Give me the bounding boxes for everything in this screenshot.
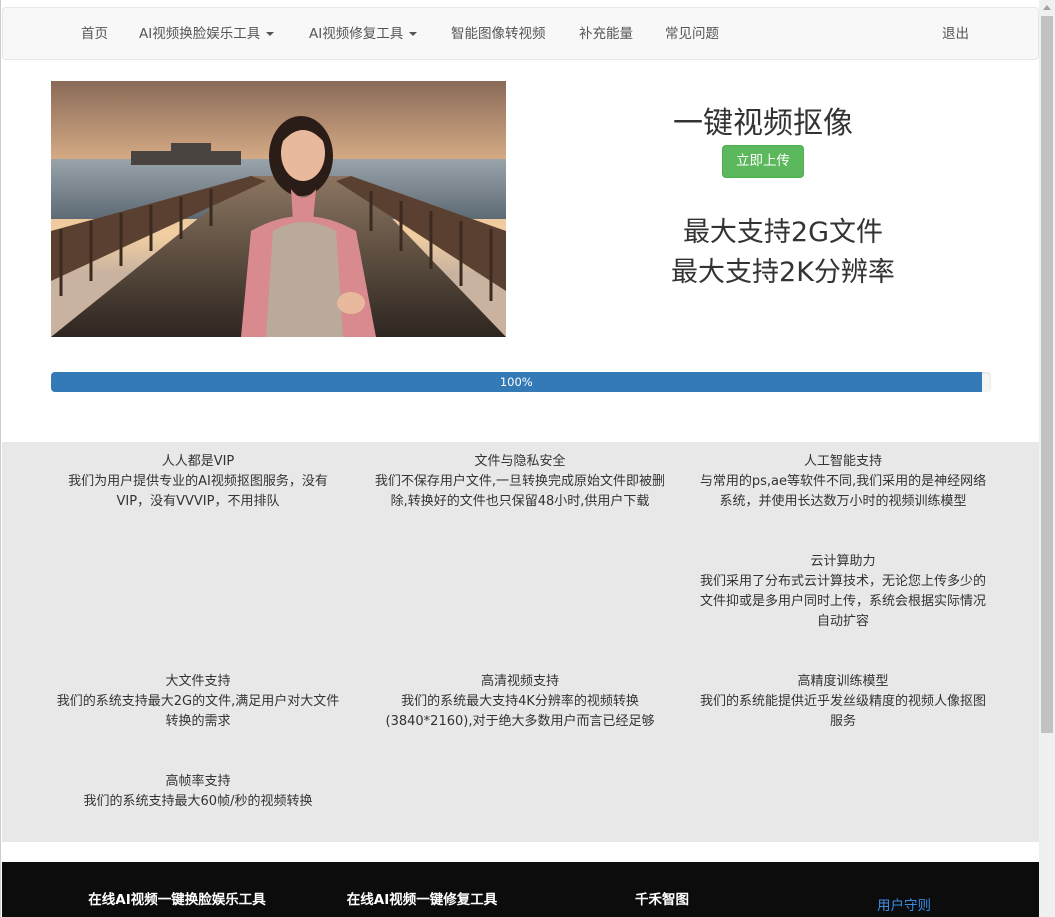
feature-title: 云计算助力 [810,554,876,569]
top-navbar: 首页 AI视频换脸娱乐工具 AI视频修复工具 智能图像转视频 补充能量 常见问题… [2,7,1039,60]
nav-image-to-video[interactable]: 智能图像转视频 [451,8,546,61]
feature-hd-video: 高清视频支持 我们的系统最大支持4K分辨率的视频转换(3840*2160),对于… [374,672,666,732]
scroll-thumb[interactable] [1041,16,1053,733]
scroll-up-arrow-icon[interactable] [1043,5,1051,10]
nav-faq[interactable]: 常见问题 [665,8,719,61]
feature-title: 高精度训练模型 [797,674,889,689]
footer-video-repair-tool[interactable]: 在线AI视频一键修复工具 [332,892,512,908]
nav-face-swap-dropdown[interactable]: AI视频换脸娱乐工具 [139,8,275,61]
feature-desc: 我们的系统支持最大60帧/秒的视频转换 [83,794,313,809]
chevron-down-icon [409,32,418,36]
nav-home[interactable]: 首页 [81,8,108,61]
feature-vip: 人人都是VIP 我们为用户提供专业的AI视频抠图服务，没有VIP，没有VVVIP… [52,452,344,512]
feature-desc: 我们的系统能提供近乎发丝级精度的视频人像抠图服务 [699,694,986,729]
feature-title: 高帧率支持 [165,774,231,789]
feature-desc: 我们的系统最大支持4K分辨率的视频转换(3840*2160),对于绝大多数用户而… [385,694,655,729]
progress-bar-fill: 100% [51,372,982,392]
nav-face-swap-label: AI视频换脸娱乐工具 [139,26,261,42]
footer: 在线AI视频一键换脸娱乐工具 在线AI视频一键修复工具 千禾智图 用户守则 [2,862,1039,917]
feature-desc: 与常用的ps,ae等软件不同,我们采用的是神经网络系统，并使用长达数万小时的视频… [699,474,987,509]
features-section: 人人都是VIP 我们为用户提供专业的AI视频抠图服务，没有VIP，没有VVVIP… [2,442,1039,842]
feature-title: 文件与隐私安全 [474,454,566,469]
nav-video-repair-dropdown[interactable]: AI视频修复工具 [309,8,418,61]
feature-desc: 我们的系统支持最大2G的文件,满足用户对大文件转换的需求 [56,694,340,729]
feature-ai: 人工智能支持 与常用的ps,ae等软件不同,我们采用的是神经网络系统，并使用长达… [697,452,989,512]
feature-precision-model: 高精度训练模型 我们的系统能提供近乎发丝级精度的视频人像抠图服务 [697,672,989,732]
hero-demo-image [51,81,506,337]
feature-title: 大文件支持 [165,674,231,689]
hero-title: 一键视频抠像 [673,106,853,141]
upload-progress: 100% [51,372,991,392]
chevron-down-icon [266,32,275,36]
footer-user-rules-link[interactable]: 用户守则 [877,894,931,914]
upload-now-button[interactable]: 立即上传 [722,145,804,178]
feature-privacy: 文件与隐私安全 我们不保存用户文件,一旦转换完成原始文件即被删除,转换好的文件也… [374,452,666,512]
feature-desc: 我们采用了分布式云计算技术，无论您上传多少的文件抑或是多用户同时上传，系统会根据… [699,574,986,629]
page: 首页 AI视频换脸娱乐工具 AI视频修复工具 智能图像转视频 补充能量 常见问题… [0,0,1040,917]
feature-desc: 我们不保存用户文件,一旦转换完成原始文件即被删除,转换好的文件也只保留48小时,… [374,474,666,509]
spec-max-file-size: 最大支持2G文件 [682,217,884,248]
footer-face-swap-tool[interactable]: 在线AI视频一键换脸娱乐工具 [87,892,267,908]
feature-desc: 我们为用户提供专业的AI视频抠图服务，没有VIP，没有VVVIP，不用排队 [68,474,328,509]
feature-cloud: 云计算助力 我们采用了分布式云计算技术，无论您上传多少的文件抑或是多用户同时上传… [697,552,989,632]
spec-max-resolution: 最大支持2K分辨率 [671,257,895,288]
feature-title: 高清视频支持 [480,674,559,689]
footer-brand: 千禾智图 [635,892,689,908]
feature-high-fps: 高帧率支持 我们的系统支持最大60帧/秒的视频转换 [52,772,344,812]
feature-large-file: 大文件支持 我们的系统支持最大2G的文件,满足用户对大文件转换的需求 [52,672,344,732]
nav-video-repair-label: AI视频修复工具 [309,26,404,42]
nav-logout[interactable]: 退出 [942,8,969,61]
nav-recharge[interactable]: 补充能量 [579,8,633,61]
vertical-scrollbar[interactable] [1039,0,1055,917]
feature-title: 人工智能支持 [803,454,882,469]
feature-title: 人人都是VIP [161,454,235,469]
